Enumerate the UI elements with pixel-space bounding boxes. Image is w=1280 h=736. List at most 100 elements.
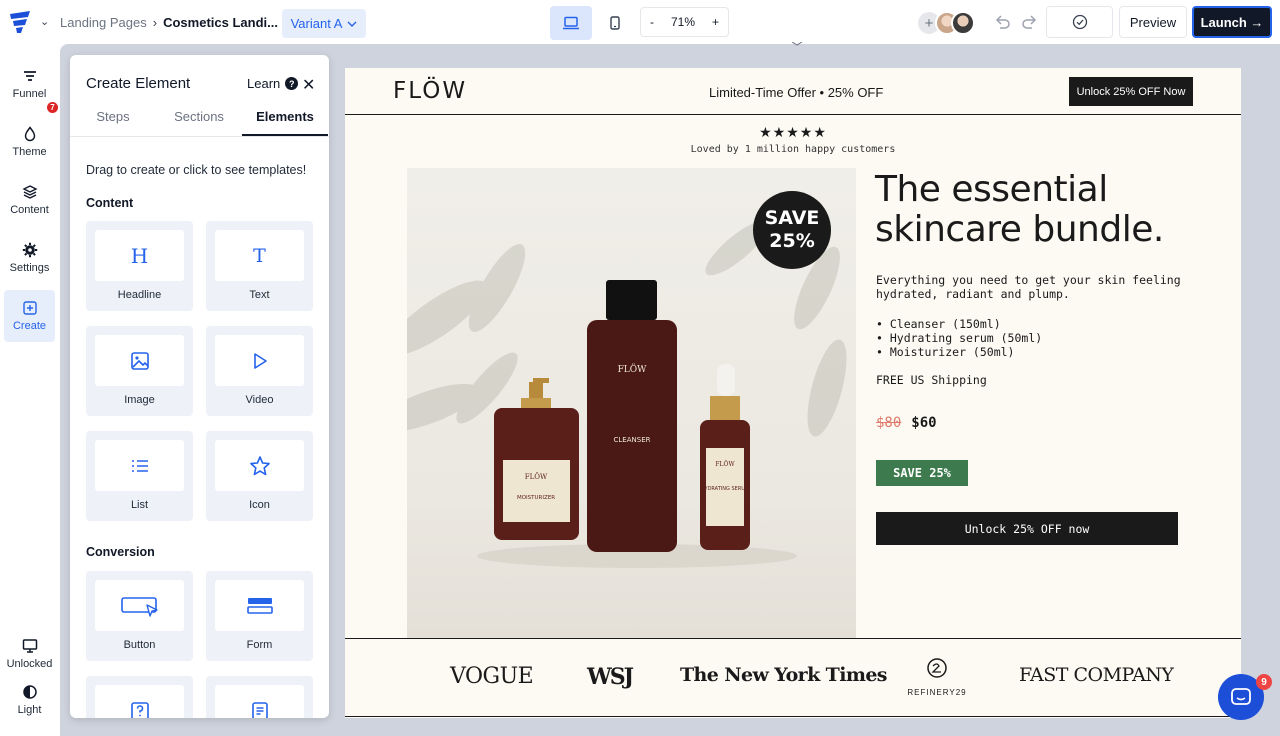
section-label-content: Content (86, 196, 134, 210)
drop-icon (24, 126, 35, 142)
zoom-in-button[interactable]: + (712, 15, 719, 29)
zoom-out-button[interactable]: - (650, 15, 654, 29)
chat-notification-badge: 9 (1256, 674, 1272, 690)
tab-sections[interactable]: Sections (156, 103, 242, 136)
element-tile-survey[interactable] (206, 676, 313, 718)
redo-icon[interactable] (1020, 12, 1040, 32)
variant-selector[interactable]: Variant A (282, 9, 366, 38)
tile-label: Image (124, 394, 155, 406)
product-label: FLÖW (618, 363, 648, 375)
bundle-list[interactable]: • Cleanser (150ml) • Hydrating serum (50… (876, 317, 1042, 359)
app-logo-icon[interactable] (8, 10, 34, 34)
notification-badge: 7 (47, 102, 58, 113)
unlock-top-button[interactable]: Unlock 25% OFF Now (1069, 77, 1193, 106)
top-bar: ⌄ Landing Pages › Cosmetics Landi... Varia… (0, 0, 1280, 44)
element-tile-headline[interactable]: H Headline (86, 221, 193, 311)
refinery29-mark-icon (927, 658, 947, 678)
press-logo-fast-company[interactable]: FAST COMPANY (1019, 664, 1174, 686)
undo-icon[interactable] (992, 12, 1012, 32)
learn-label: Learn (247, 76, 281, 91)
play-icon (253, 352, 267, 369)
social-proof-text[interactable]: Loved by 1 million happy customers (345, 144, 1241, 155)
rail-item-content[interactable]: Content (4, 174, 55, 226)
layers-icon (21, 185, 38, 199)
breadcrumb-current[interactable]: Cosmetics Landi... (163, 15, 278, 30)
product-label: FLÖW (715, 461, 735, 468)
save-tag[interactable]: SAVE 25% (876, 460, 968, 486)
panel-tabs: Steps Sections Elements (70, 103, 329, 137)
mobile-view-button[interactable] (600, 6, 630, 40)
rail-item-settings[interactable]: Settings (4, 232, 55, 284)
chevron-down-icon[interactable]: ⌄ (40, 15, 49, 28)
chevron-down-icon[interactable] (790, 42, 804, 46)
tile-label: Video (245, 394, 274, 406)
element-tile-icon[interactable]: Icon (206, 431, 313, 521)
learn-link[interactable]: Learn ? (247, 76, 299, 91)
rail-label: Create (12, 320, 47, 332)
rail-item-funnel[interactable]: Funnel (4, 58, 55, 110)
landing-page-preview[interactable]: FLÖW Limited-Time Offer • 25% OFF Unlock… (345, 68, 1241, 718)
rating-stars[interactable]: ★★★★★ (345, 124, 1241, 141)
breadcrumb-parent[interactable]: Landing Pages (60, 15, 147, 30)
close-icon[interactable]: ✕ (302, 75, 315, 95)
cta-button[interactable]: Unlock 25% OFF now (876, 512, 1178, 545)
avatar[interactable] (951, 11, 975, 35)
old-price: $80 (876, 415, 902, 431)
form-icon (246, 597, 273, 614)
press-logo-nyt[interactable]: The New York Times (680, 664, 888, 686)
question-box-icon (130, 701, 149, 718)
element-tile-button[interactable]: Button (86, 571, 193, 661)
preview-button[interactable]: Preview (1119, 6, 1187, 38)
document-lines-icon (251, 701, 268, 718)
desktop-view-button[interactable] (550, 6, 592, 40)
element-tile-image[interactable]: Image (86, 326, 193, 416)
rail-label: Funnel (12, 88, 47, 100)
press-logo-refinery29[interactable]: REFINERY29 (905, 658, 969, 702)
collaborators: + (918, 11, 978, 35)
zoom-value[interactable]: 71% (671, 15, 695, 29)
rail-item-light[interactable]: Light (4, 684, 55, 716)
refinery29-text: REFINERY29 (907, 688, 967, 697)
tab-elements[interactable]: Elements (242, 103, 328, 136)
product-label: FLÖW (525, 472, 548, 481)
rail-item-theme[interactable]: Theme (4, 116, 55, 168)
section-label-conversion: Conversion (86, 545, 155, 559)
element-tile-quiz[interactable] (86, 676, 193, 718)
rail-item-create[interactable]: Create (4, 290, 55, 342)
chevron-down-icon (347, 21, 357, 27)
rail-label: Light (17, 704, 42, 716)
tab-steps[interactable]: Steps (70, 103, 156, 136)
shipping-text[interactable]: FREE US Shipping (876, 373, 987, 387)
list-icon (131, 459, 148, 472)
panel-title: Create Element (86, 75, 191, 92)
divider (345, 638, 1241, 639)
zoom-control: - 71% + (640, 7, 729, 37)
press-logo-wsj[interactable]: WSJ (587, 664, 634, 690)
brand-logo[interactable]: FLÖW (393, 78, 467, 104)
headline[interactable]: The essential skincare bundle. (875, 170, 1215, 250)
element-tile-list[interactable]: List (86, 431, 193, 521)
price[interactable]: $80 $60 (876, 415, 937, 431)
divider (345, 716, 1241, 717)
star-icon (249, 455, 270, 475)
save-badge[interactable]: SAVE 25% (753, 191, 831, 269)
offer-text[interactable]: Limited-Time Offer • 25% OFF (709, 85, 883, 100)
headline-icon: H (130, 243, 149, 268)
publish-check-button[interactable] (1046, 6, 1113, 38)
save-badge-line1: SAVE (764, 207, 820, 229)
monitor-icon (22, 639, 37, 653)
element-tile-form[interactable]: Form (206, 571, 313, 661)
press-logo-vogue[interactable]: VOGUE (450, 664, 534, 689)
rail-item-unlocked[interactable]: Unlocked (4, 638, 55, 670)
launch-button[interactable]: Launch → (1192, 6, 1272, 38)
rail-label: Unlocked (6, 658, 53, 670)
element-tile-text[interactable]: T Text (206, 221, 313, 311)
phone-icon (610, 16, 620, 30)
tile-label: Headline (117, 289, 162, 301)
subheadline[interactable]: Everything you need to get your skin fee… (876, 273, 1206, 301)
product-label: CLEANSER (614, 436, 651, 444)
variant-label: Variant A (290, 16, 343, 31)
chat-icon (1231, 688, 1251, 705)
element-tile-video[interactable]: Video (206, 326, 313, 416)
product-image[interactable]: FLÖW MOISTURIZER FLÖW CLEANSER FLÖW HYDR… (407, 168, 856, 638)
